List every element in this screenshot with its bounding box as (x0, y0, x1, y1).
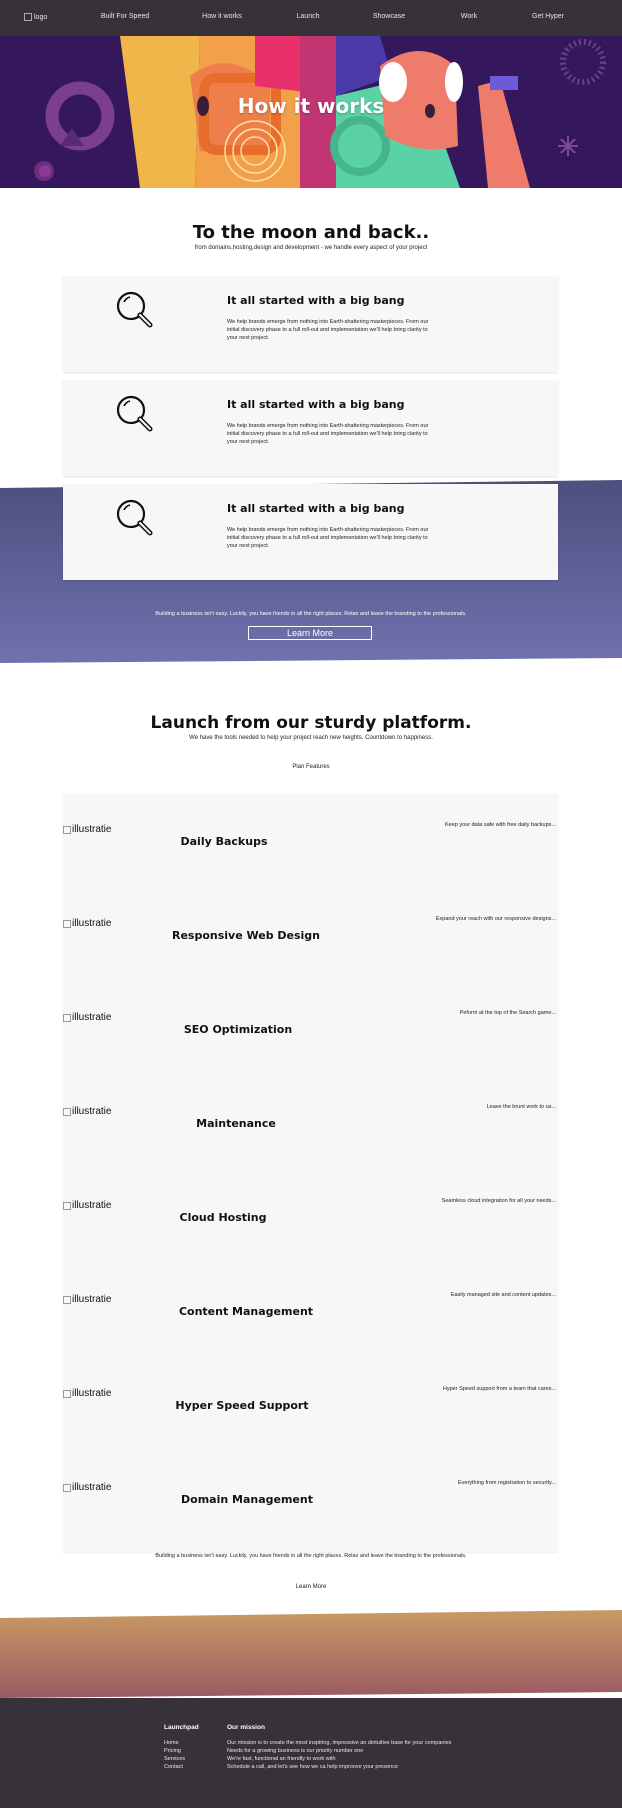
feature-name: Domain Management (181, 1493, 313, 1506)
feature-name: Hyper Speed Support (175, 1399, 309, 1412)
logo-alt-text: logo (34, 13, 48, 21)
feature-description: Leave the brunt work to us... (486, 1104, 556, 1110)
illustration-image: illustratie (63, 1106, 111, 1117)
nav-item-built-for-speed[interactable]: Built For Speed (101, 13, 149, 20)
launch-subtitle: We have the tools needed to help your pr… (189, 735, 433, 741)
illustration-image: illustratie (63, 1482, 111, 1493)
illustration-image: illustratie (63, 1200, 111, 1211)
broken-image-icon (63, 825, 71, 834)
footer-launchpad-title: Launchpad (164, 1724, 199, 1731)
hero-title: How it works (237, 94, 385, 118)
illustration-alt: illustratie (72, 1482, 112, 1493)
plan-features-link[interactable]: Plan Features (0, 764, 622, 770)
footer-mission-line: We're fast, functional an friendly to wo… (227, 1756, 336, 1762)
illustration-alt: illustratie (72, 1294, 112, 1305)
illustration-image: illustratie (63, 918, 111, 929)
feature-description: Easily managed site and content updates.… (450, 1292, 556, 1298)
card-text: We help brands emerge from nothing into … (227, 527, 429, 549)
broken-image-icon (63, 1483, 71, 1492)
feature-description: Seamless cloud integration for all your … (441, 1198, 556, 1204)
feature-item: illustratie Domain Management Everything… (63, 1452, 558, 1546)
footer-mission-line: Needs for a growing business is our prio… (227, 1748, 364, 1754)
footer: Launchpad Home Pricing Services Contact … (0, 1698, 622, 1808)
logo[interactable]: logo (24, 13, 47, 21)
info-card: It all started with a big bang We help b… (63, 276, 558, 372)
card-title: It all started with a big bang (227, 502, 405, 515)
feature-item: illustratie Cloud Hosting Seamless cloud… (63, 1170, 558, 1264)
card-title: It all started with a big bang (227, 398, 405, 411)
illustration-alt: illustratie (72, 918, 112, 929)
feature-item: illustratie Maintenance Leave the brunt … (63, 1076, 558, 1170)
feature-item: illustratie Content Management Easily ma… (63, 1264, 558, 1358)
footer-mission-line: Our mission is to create the most inspir… (227, 1740, 452, 1746)
footer-link-home[interactable]: Home (164, 1740, 179, 1746)
footer-mission-title: Our mission (227, 1724, 265, 1731)
feature-name: Cloud Hosting (179, 1211, 267, 1224)
intro-title: To the moon and back.. (192, 222, 430, 243)
nav-item-showcase[interactable]: Showcase (373, 13, 405, 20)
bottom-learn-more-link[interactable]: Learn More (0, 1584, 622, 1590)
feature-name: Responsive Web Design (171, 929, 321, 942)
feature-description: Hyper Speed support from a team that car… (442, 1386, 556, 1392)
broken-image-icon (24, 13, 32, 21)
nav-item-how-it-works[interactable]: How it works (202, 13, 242, 20)
feature-description: Peform at the top of the Search game... (459, 1010, 556, 1016)
broken-image-icon (63, 1389, 71, 1398)
top-navbar: logo Built For Speed How it works Launch… (0, 0, 622, 36)
illustration-alt: illustratie (72, 1106, 112, 1117)
hero-banner: How it works (0, 36, 622, 188)
feature-item: illustratie Hyper Speed Support Hyper Sp… (63, 1358, 558, 1452)
nav-item-work[interactable]: Work (461, 13, 477, 20)
broken-image-icon (63, 1295, 71, 1304)
footer-gradient-band (0, 1610, 622, 1698)
features-list: illustratie Daily Backups Keep your data… (63, 794, 558, 1552)
magnifier-icon (116, 395, 153, 432)
footer-link-pricing[interactable]: Pricing (164, 1748, 181, 1754)
nav-item-get-hyper[interactable]: Get Hyper (532, 13, 564, 20)
band-text: Building a business isn't easy. Luckily,… (155, 611, 467, 617)
feature-item: illustratie Daily Backups Keep your data… (63, 794, 558, 888)
feature-item: illustratie SEO Optimization Peform at t… (63, 982, 558, 1076)
broken-image-icon (63, 1201, 71, 1210)
illustration-image: illustratie (63, 1388, 111, 1399)
info-card: It all started with a big bang We help b… (63, 484, 558, 580)
broken-image-icon (63, 1107, 71, 1116)
illustration-image: illustratie (63, 1012, 111, 1023)
feature-description: Everything from registration to security… (457, 1480, 556, 1486)
intro-subtitle: from domains,hosting,design and developm… (194, 245, 428, 251)
card-text: We help brands emerge from nothing into … (227, 423, 429, 445)
broken-image-icon (63, 919, 71, 928)
illustration-alt: illustratie (72, 1388, 112, 1399)
footer-link-contact[interactable]: Contact (164, 1764, 183, 1770)
launch-title: Launch from our sturdy platform. (150, 713, 472, 733)
magnifier-icon (116, 499, 153, 536)
illustration-alt: illustratie (72, 824, 112, 835)
footer-link-services[interactable]: Services (164, 1756, 185, 1762)
magnifier-icon (116, 291, 153, 328)
card-text: We help brands emerge from nothing into … (227, 319, 429, 341)
feature-name: Content Management (178, 1305, 314, 1318)
feature-name: Daily Backups (180, 835, 268, 848)
illustration-image: illustratie (63, 1294, 111, 1305)
broken-image-icon (63, 1013, 71, 1022)
feature-description: Expand your reach with our responsive de… (435, 916, 556, 922)
learn-more-button[interactable]: Learn More (248, 626, 372, 640)
footer-mission-line: Schedule a call, and let's see how we ca… (227, 1764, 399, 1770)
card-title: It all started with a big bang (227, 294, 405, 307)
illustration-alt: illustratie (72, 1012, 112, 1023)
feature-description: Keep your data safe with free daily back… (445, 822, 556, 828)
bottom-text: Building a business isn't easy. Luckily,… (155, 1553, 467, 1559)
feature-name: SEO Optimization (183, 1023, 293, 1036)
info-card: It all started with a big bang We help b… (63, 380, 558, 476)
feature-item: illustratie Responsive Web Design Expand… (63, 888, 558, 982)
illustration-alt: illustratie (72, 1200, 112, 1211)
feature-name: Maintenance (196, 1117, 276, 1130)
nav-item-launch[interactable]: Launch (297, 13, 320, 20)
illustration-image: illustratie (63, 824, 111, 835)
